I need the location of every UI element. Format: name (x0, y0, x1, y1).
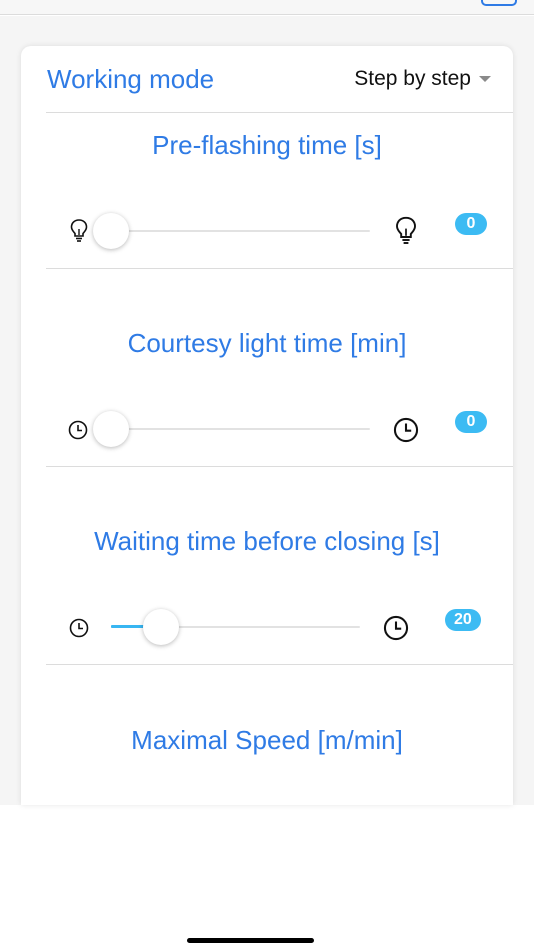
pre-flashing-time-title: Pre-flashing time [s] (152, 130, 382, 160)
home-indicator (187, 938, 314, 943)
slider-track (111, 428, 370, 430)
settings-card: Working mode Step by step Pre-flashing t… (21, 46, 513, 805)
slider-track (111, 230, 370, 232)
courtesy-light-time-slider[interactable] (93, 411, 370, 447)
pre-flashing-time-slider[interactable] (93, 213, 370, 249)
working-mode-label: Working mode (47, 64, 215, 94)
divider (46, 112, 513, 113)
divider (46, 268, 513, 269)
waiting-time-slider[interactable] (111, 609, 360, 645)
working-mode-row: Working mode Step by step (21, 46, 513, 112)
clock-icon (393, 417, 419, 443)
working-mode-value: Step by step (354, 67, 471, 90)
waiting-time-title: Waiting time before closing [s] (94, 526, 440, 556)
lightbulb-icon (396, 216, 416, 244)
chevron-down-icon (479, 76, 491, 82)
waiting-time-value-badge: 20 (445, 609, 481, 631)
divider (46, 664, 513, 665)
slider-thumb[interactable] (143, 609, 179, 645)
header-action-icon[interactable] (481, 0, 517, 6)
courtesy-light-time-title: Courtesy light time [min] (127, 328, 407, 358)
divider (46, 466, 513, 467)
lightbulb-icon (70, 219, 88, 242)
maximal-speed-title: Maximal Speed [m/min] (131, 725, 403, 755)
pre-flashing-time-value-badge: 0 (455, 213, 487, 235)
clock-icon (68, 420, 88, 440)
clock-icon (69, 618, 89, 638)
clock-icon (383, 615, 409, 641)
top-bar (0, 0, 534, 15)
slider-thumb[interactable] (93, 213, 129, 249)
slider-thumb[interactable] (93, 411, 129, 447)
courtesy-light-time-value-badge: 0 (455, 411, 487, 433)
working-mode-select[interactable]: Step by step (354, 67, 491, 91)
